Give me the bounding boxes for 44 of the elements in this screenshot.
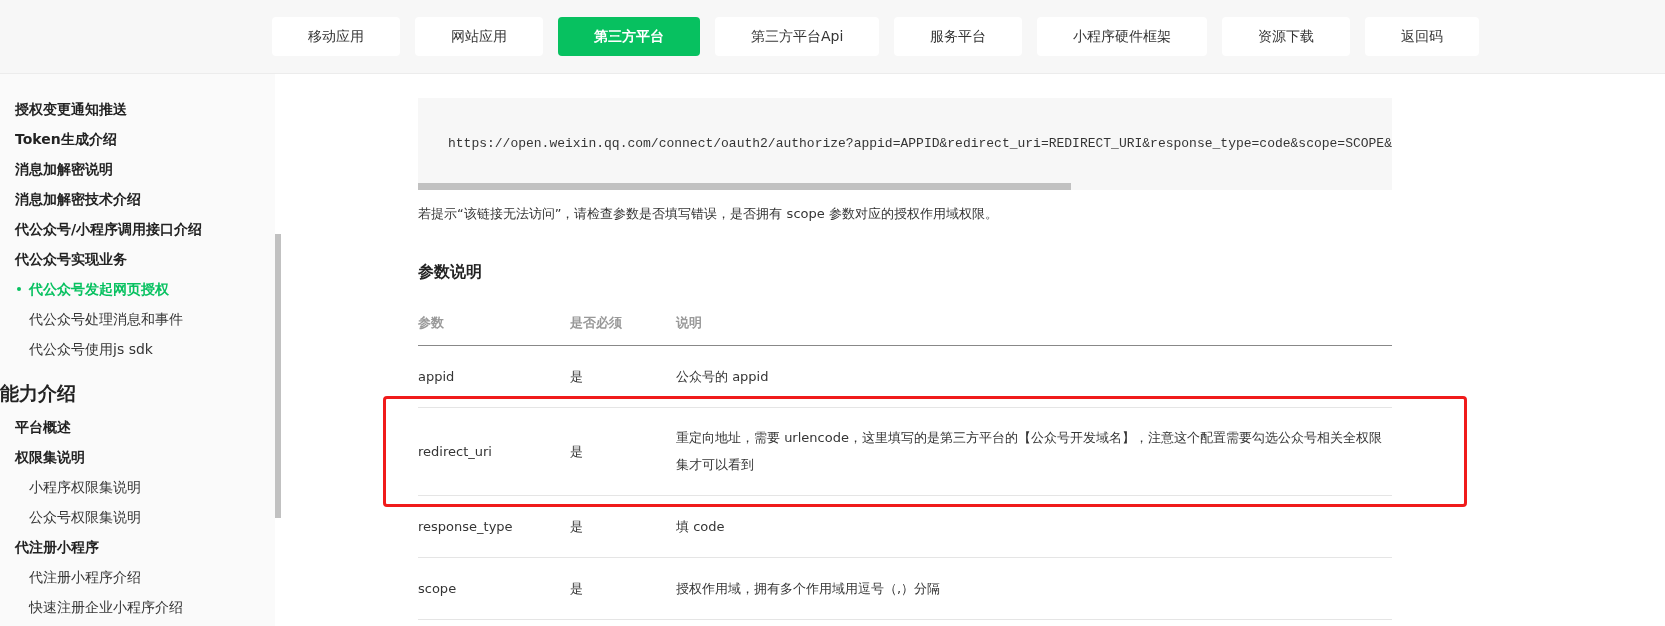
nav-tab[interactable]: 第三方平台Api [715,17,880,56]
nav-tab[interactable]: 服务平台 [894,17,1023,56]
sidebar-item[interactable]: 代公众号使用js sdk [29,338,153,360]
sidebar-item[interactable]: 快速注册企业小程序介绍 [29,596,183,618]
table-cell: 是 [570,368,583,384]
note-text: 若提示“该链接无法访问”，请检查参数是否填写错误，是否拥有 scope 参数对应的授权作用域权限。 [418,205,999,223]
table-cell: 重定向地址，需要 urlencode，这里填写的是第三方平台的【公众号开发域名】，注意这个配置需要勾选公众号相关全权限集才可以看到 [676,430,1382,472]
bullet-icon [17,287,21,291]
sidebar-item[interactable]: 代注册小程序介绍 [29,566,141,588]
sidebar-item[interactable]: 消息加解密说明 [15,158,113,180]
sidebar-item[interactable]: 权限集说明 [15,446,85,468]
nav-tab[interactable]: 返回码 [1365,17,1480,56]
nav-tab[interactable]: 资源下载 [1222,17,1351,56]
code-text: https://open.weixin.qq.com/connect/oauth2/authorize?appid=APPID&redirect_uri=REDIRECT_URI&response_type=code&scope=SCOPE& [448,135,1392,154]
table-cell: appid [418,368,455,384]
table-cell: 是 [570,443,583,459]
sidebar-item[interactable]: 平台概述 [15,416,71,438]
nav-tab[interactable]: 移动应用 [272,17,400,56]
sidebar-item[interactable]: 授权变更通知推送 [15,98,127,120]
section-heading: 参数说明 [418,260,483,283]
table-cell: 是 [570,518,583,534]
sidebar-item[interactable]: 小程序权限集说明 [29,476,141,498]
scrollbar-thumb[interactable] [418,183,1071,190]
scrollbar-thumb[interactable] [275,234,281,518]
nav-tab[interactable]: 小程序硬件框架 [1037,17,1208,56]
sidebar-item[interactable]: 消息加解密技术介绍 [15,188,141,210]
table-cell: 是 [570,580,583,596]
section-title: 能力介绍 [0,380,77,406]
sidebar-item[interactable]: 代注册小程序 [15,536,99,558]
table-cell: scope [418,580,457,596]
table-cell: response_type [418,518,513,534]
column-header: 说明 [676,314,703,333]
sidebar-item[interactable]: 代公众号处理消息和事件 [29,308,183,330]
table-cell: 公众号的 appid [676,368,769,384]
column-header: 参数 [418,314,445,333]
sidebar-item[interactable]: 代公众号实现业务 [15,248,127,270]
sidebar-item[interactable]: 代公众号/小程序调用接口介绍 [15,218,203,240]
table-cell: 授权作用域，拥有多个作用域用逗号（,）分隔 [676,580,941,596]
sidebar-item[interactable]: Token生成介绍 [15,128,117,150]
column-header: 是否必须 [570,314,623,333]
table-cell: redirect_uri [418,443,492,459]
table-cell: 填 code [676,518,725,534]
nav-tab[interactable]: 网站应用 [415,17,543,56]
sidebar-item[interactable]: 公众号权限集说明 [29,506,141,528]
